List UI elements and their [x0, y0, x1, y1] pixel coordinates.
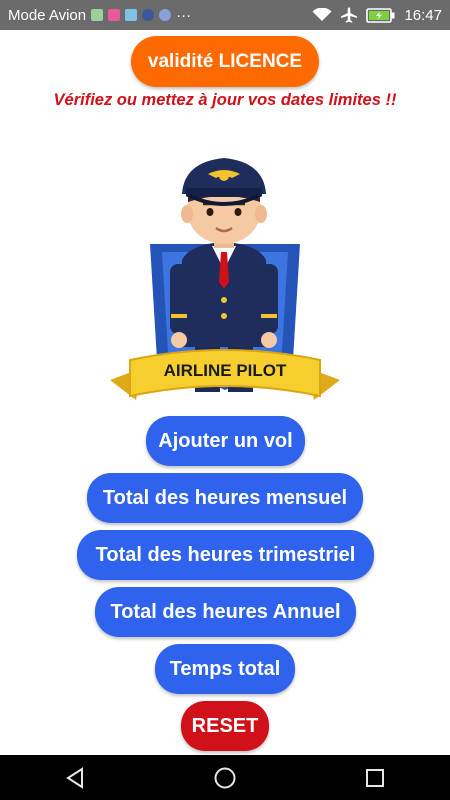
subtitle-warning: Vérifiez ou mettez à jour vos dates limi…	[53, 91, 397, 109]
notification-app-icon	[91, 9, 104, 21]
notification-contacts-icon	[159, 9, 172, 21]
battery-charging-icon	[366, 7, 395, 23]
navigation-bar	[0, 755, 450, 800]
banner-text: AIRLINE PILOT	[164, 361, 287, 380]
back-button[interactable]	[45, 755, 105, 800]
facebook-icon	[142, 9, 155, 21]
wifi-icon	[312, 8, 332, 21]
reset-button[interactable]: RESET	[181, 701, 269, 751]
annual-hours-button[interactable]: Total des heures Annuel	[95, 587, 356, 637]
notification-photos-icon	[108, 9, 121, 21]
home-button[interactable]	[195, 755, 255, 800]
quarterly-hours-button[interactable]: Total des heures trimestriel	[77, 530, 374, 580]
main-screen: validité LICENCE Vérifiez ou mettez à jo…	[0, 30, 450, 755]
total-time-button[interactable]: Temps total	[155, 644, 295, 694]
status-bar: Mode Avion ··· 16:47	[0, 0, 450, 30]
airplane-mode-icon	[341, 7, 358, 23]
recents-button[interactable]	[345, 755, 405, 800]
add-flight-button[interactable]: Ajouter un vol	[146, 416, 305, 466]
more-notifications-icon: ···	[176, 6, 192, 24]
notification-message-icon	[125, 9, 138, 21]
monthly-hours-button[interactable]: Total des heures mensuel	[87, 473, 363, 523]
licence-validity-button[interactable]: validité LICENCE	[131, 36, 319, 87]
airline-pilot-illustration: AIRLINE PILOT	[110, 158, 340, 400]
back-triangle-icon	[66, 766, 83, 789]
home-circle-icon	[214, 767, 236, 788]
carrier-label: Mode Avion	[8, 6, 87, 24]
recents-square-icon	[366, 768, 384, 787]
clock: 16:47	[404, 6, 442, 24]
